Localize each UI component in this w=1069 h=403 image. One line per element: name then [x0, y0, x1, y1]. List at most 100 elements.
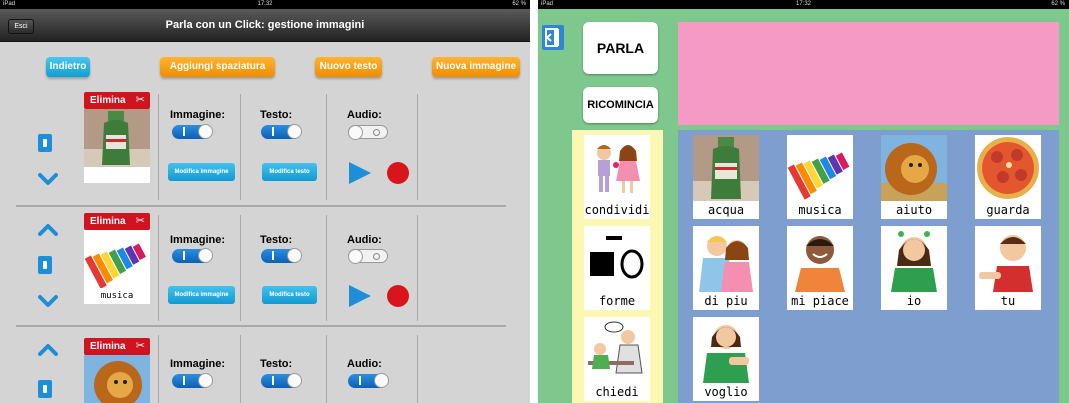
- edit-text-button[interactable]: Modifica testo: [262, 163, 317, 181]
- text-toggle[interactable]: [261, 373, 302, 388]
- audio-label: Audio:: [347, 234, 382, 246]
- boy-pointing-icon: [975, 226, 1041, 292]
- symbol-card[interactable]: acqua: [693, 135, 759, 219]
- water-bottle-icon: [84, 109, 150, 167]
- move-down-icon[interactable]: [37, 293, 59, 309]
- divider: [158, 215, 159, 321]
- status-bar: iPad 17:32 62 %: [0, 0, 530, 9]
- audio-toggle[interactable]: [348, 125, 388, 140]
- edit-text-button[interactable]: Modifica testo: [262, 286, 317, 304]
- drag-handle-icon[interactable]: [38, 134, 52, 152]
- back-button[interactable]: Indietro: [46, 57, 90, 77]
- move-up-icon[interactable]: [37, 342, 59, 358]
- category-label: condividi: [584, 203, 650, 217]
- divider: [326, 215, 327, 321]
- symbol-card[interactable]: aiuto: [881, 135, 947, 219]
- delete-label: Elimina: [90, 216, 126, 227]
- drag-handle-icon[interactable]: [38, 380, 52, 398]
- water-bottle-icon: [693, 135, 759, 201]
- lion-icon: [84, 355, 150, 403]
- text-toggle[interactable]: [261, 124, 302, 139]
- navigation-bar: Esci Parla con un Click: gestione immagi…: [0, 9, 530, 42]
- symbol-card[interactable]: guarda: [975, 135, 1041, 219]
- symbol-card[interactable]: voglio: [693, 317, 759, 401]
- image-toggle[interactable]: [172, 373, 213, 388]
- xylophone-icon: [84, 230, 150, 288]
- audio-label: Audio:: [347, 109, 382, 121]
- audio-label: Audio:: [347, 358, 382, 370]
- audio-toggle[interactable]: [348, 373, 389, 388]
- page-title: Parla con un Click: gestione immagini: [165, 19, 365, 31]
- divider: [326, 335, 327, 403]
- divider: [240, 335, 241, 403]
- sentence-strip[interactable]: [678, 22, 1059, 125]
- record-icon[interactable]: [387, 285, 409, 307]
- image-row: Elimina ✂ Immagine: Testo: Audio: Modific…: [0, 87, 530, 207]
- image-row: Elimina ✂ musica Immagine: Testo: Audio: …: [0, 208, 530, 328]
- delete-label: Elimina: [90, 341, 126, 352]
- clock: 17:32: [257, 1, 273, 7]
- text-label: Testo:: [260, 234, 293, 246]
- symbol-label: tu: [1000, 294, 1016, 308]
- audio-toggle[interactable]: [348, 249, 388, 264]
- symbol-card[interactable]: tu: [975, 226, 1041, 310]
- delete-button[interactable]: Elimina ✂: [84, 92, 150, 109]
- divider: [417, 215, 418, 321]
- symbol-card[interactable]: di piu: [693, 226, 759, 310]
- drag-handle-icon[interactable]: [38, 256, 52, 274]
- girl-pointing-self-icon: [881, 226, 947, 292]
- image-thumbnail: [84, 355, 150, 403]
- text-label: Testo:: [260, 358, 293, 370]
- record-icon[interactable]: [387, 162, 409, 184]
- exit-door-icon[interactable]: [542, 25, 564, 50]
- add-spacing-button[interactable]: Aggiungi spaziatura: [160, 57, 275, 77]
- symbol-card[interactable]: io: [881, 226, 947, 310]
- pizza-icon: [975, 135, 1041, 201]
- text-toggle[interactable]: [261, 248, 302, 263]
- image-toggle[interactable]: [172, 248, 213, 263]
- image-row: Elimina ✂ Immagine: Testo: Audio:: [0, 328, 530, 403]
- move-up-icon[interactable]: [37, 222, 59, 238]
- two-children-icon: [584, 135, 650, 201]
- battery-level: 62 %: [1051, 1, 1065, 7]
- edit-image-button[interactable]: Modifica immagine: [168, 163, 235, 181]
- category-column: condividi forme chiedi: [572, 130, 663, 403]
- category-card[interactable]: condividi: [584, 135, 650, 219]
- move-down-icon[interactable]: [37, 171, 59, 187]
- scissors-icon: ✂: [135, 215, 145, 227]
- new-image-button[interactable]: Nuova immagine: [432, 57, 520, 77]
- delete-button[interactable]: Elimina ✂: [84, 338, 150, 355]
- image-thumbnail: [84, 109, 150, 183]
- category-card[interactable]: chiedi: [584, 317, 650, 401]
- category-card[interactable]: forme: [584, 226, 650, 310]
- hugging-kids-icon: [693, 226, 759, 292]
- xylophone-icon: [787, 135, 853, 201]
- divider: [158, 335, 159, 403]
- play-icon[interactable]: [349, 285, 371, 307]
- symbol-card[interactable]: mi piace: [787, 226, 853, 310]
- restart-button[interactable]: RICOMINCIA: [583, 87, 658, 123]
- communication-board-screen: iPad 17:32 62 % PARLA RICOMINCIA condivi…: [538, 0, 1069, 403]
- edit-image-button[interactable]: Modifica immagine: [168, 286, 235, 304]
- text-label: Testo:: [260, 109, 293, 121]
- image-label: Immagine:: [170, 234, 226, 246]
- battery-level: 62 %: [512, 1, 526, 7]
- editor-screen: iPad 17:32 62 % Esci Parla con un Click:…: [0, 0, 530, 403]
- delete-label: Elimina: [90, 95, 126, 106]
- symbol-grid: acqua musica aiuto guarda di piu mi piac…: [678, 130, 1059, 403]
- shapes-icon: [584, 226, 650, 292]
- symbol-label: aiuto: [895, 203, 933, 217]
- delete-button[interactable]: Elimina ✂: [84, 213, 150, 230]
- image-toggle[interactable]: [172, 124, 213, 139]
- divider: [417, 94, 418, 200]
- speak-button[interactable]: PARLA: [583, 22, 658, 74]
- symbol-card[interactable]: musica: [787, 135, 853, 219]
- image-label: Immagine:: [170, 358, 226, 370]
- symbol-label: voglio: [704, 385, 748, 399]
- image-label: Immagine:: [170, 109, 226, 121]
- new-text-button[interactable]: Nuovo testo: [315, 57, 382, 77]
- symbol-label: guarda: [986, 203, 1030, 217]
- status-bar: iPad 17:32 62 %: [538, 0, 1069, 9]
- category-label: forme: [598, 294, 636, 308]
- play-icon[interactable]: [349, 162, 371, 184]
